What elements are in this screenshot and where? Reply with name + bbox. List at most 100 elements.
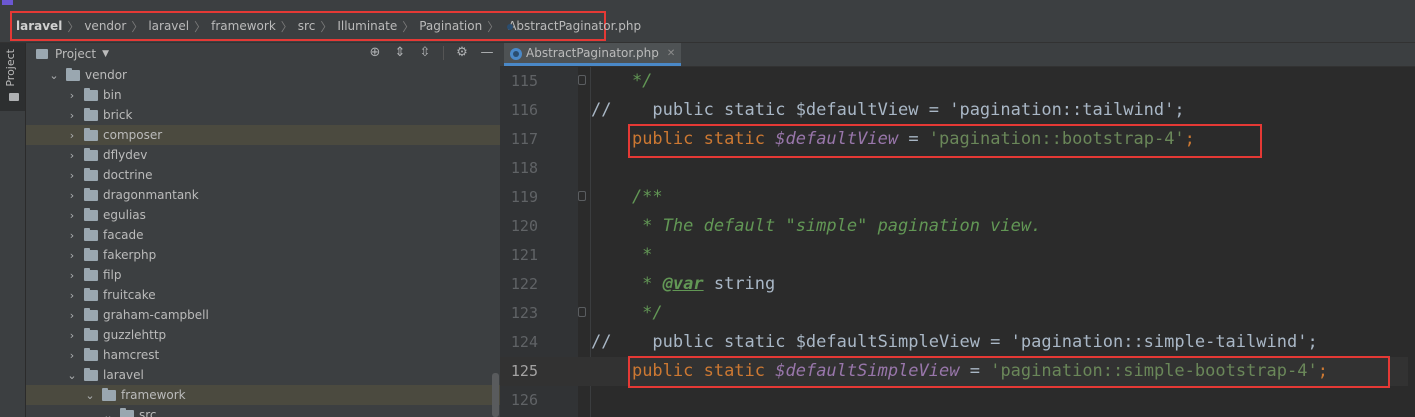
code-token: string (703, 274, 776, 294)
gear-icon[interactable]: ⚙ (455, 45, 469, 60)
chevron-right-icon[interactable]: › (66, 329, 78, 342)
chevron-right-icon[interactable]: › (66, 209, 78, 222)
tree-item[interactable]: › bin (26, 85, 500, 105)
chevron-right-icon[interactable]: › (66, 309, 78, 322)
fold-marker-icon[interactable] (578, 75, 586, 85)
breadcrumb-separator-icon: 〉 (487, 19, 500, 34)
folder-icon (84, 267, 98, 281)
code-token: */ (591, 71, 653, 91)
folder-icon (84, 147, 98, 161)
chevron-down-icon[interactable]: ⌄ (84, 389, 96, 402)
project-tool-tab[interactable]: Project (0, 43, 25, 111)
breadcrumb-item[interactable]: Illuminate (337, 19, 397, 33)
code-line: 120 * The default "simple" pagination vi… (500, 212, 1415, 241)
tree-item[interactable]: ⌄ src (26, 405, 500, 417)
tree-item-label: src (139, 408, 157, 417)
line-number: 124 (510, 333, 538, 351)
project-tree: ⌄ vendor › bin › brick › composer › dflydev › doctr… (26, 65, 500, 417)
tree-item[interactable]: › doctrine (26, 165, 500, 185)
tree-item[interactable]: › fruitcake (26, 285, 500, 305)
folder-icon (102, 387, 116, 401)
code-token: * (591, 274, 663, 294)
tree-item[interactable]: › brick (26, 105, 500, 125)
tree-item[interactable]: › fakerphp (26, 245, 500, 265)
tree-item[interactable]: › hamcrest (26, 345, 500, 365)
breadcrumb-item[interactable]: Pagination (419, 19, 482, 33)
chevron-right-icon[interactable]: › (66, 109, 78, 122)
breadcrumb-item[interactable]: AbstractPaginator.php (508, 19, 641, 33)
close-icon[interactable]: ✕ (667, 48, 675, 59)
code-token: // public static $defaultSimpleView = 'p… (591, 332, 1318, 352)
chevron-down-icon[interactable]: ⌄ (66, 369, 78, 382)
fold-marker-icon[interactable] (578, 191, 586, 201)
chevron-right-icon[interactable]: › (66, 349, 78, 362)
tree-item[interactable]: › composer (26, 125, 500, 145)
project-scrollbar[interactable] (492, 373, 499, 417)
chevron-right-icon[interactable]: › (66, 129, 78, 142)
chevron-down-icon[interactable]: ⌄ (102, 409, 114, 417)
tree-item-label: framework (121, 388, 186, 402)
chevron-down-icon[interactable]: ▼ (102, 49, 109, 59)
tree-item[interactable]: › guzzlehttp (26, 325, 500, 345)
tree-item[interactable]: › dflydev (26, 145, 500, 165)
folder-icon (84, 327, 98, 341)
chevron-down-icon[interactable]: ⌄ (48, 69, 60, 82)
tree-item-label: fruitcake (103, 288, 156, 302)
tree-item-label: dflydev (103, 148, 148, 162)
tree-item-label: hamcrest (103, 348, 160, 362)
tree-item[interactable]: › filp (26, 265, 500, 285)
folder-icon (84, 227, 98, 241)
tree-item-label: dragonmantank (103, 188, 199, 202)
breadcrumb-separator-icon: 〉 (131, 19, 144, 34)
breadcrumb-item[interactable]: vendor (84, 19, 126, 33)
expand-all-icon[interactable]: ⇕ (393, 45, 407, 60)
tree-item[interactable]: › egulias (26, 205, 500, 225)
tree-item-label: doctrine (103, 168, 153, 182)
folder-icon (84, 367, 98, 381)
breadcrumb-item[interactable]: laravel (148, 19, 189, 33)
chevron-right-icon[interactable]: › (66, 249, 78, 262)
folder-icon (84, 87, 98, 101)
breadcrumb-item[interactable]: framework (211, 19, 276, 33)
tree-item[interactable]: › graham-campbell (26, 305, 500, 325)
collapse-all-icon[interactable]: ⇳ (418, 45, 432, 60)
line-number: 118 (510, 159, 538, 177)
tree-item[interactable]: › dragonmantank (26, 185, 500, 205)
crosshair-icon[interactable]: ⊕ (368, 45, 382, 60)
line-number: 125 (510, 362, 538, 380)
tree-item[interactable]: ⌄ laravel (26, 365, 500, 385)
tree-item[interactable]: › facade (26, 225, 500, 245)
chevron-right-icon[interactable]: › (66, 269, 78, 282)
code-text: * (591, 245, 652, 265)
project-view-selector[interactable]: Project (55, 47, 96, 61)
fold-marker-icon[interactable] (578, 307, 586, 317)
breadcrumb-item[interactable]: src (298, 19, 316, 33)
tree-item-label: composer (103, 128, 163, 142)
tree-item[interactable]: ⌄ framework (26, 385, 500, 405)
chevron-right-icon[interactable]: › (66, 229, 78, 242)
editor-scrollbar[interactable] (1408, 67, 1415, 417)
tree-item[interactable]: ⌄ vendor (26, 65, 500, 85)
app-logo-icon (2, 0, 13, 5)
tree-item-label: facade (103, 228, 144, 242)
chevron-right-icon[interactable]: › (66, 189, 78, 202)
tree-item-label: graham-campbell (103, 308, 209, 322)
minimize-icon[interactable]: — (480, 45, 494, 60)
editor-tab-abstractpaginator[interactable]: AbstractPaginator.php ✕ (504, 43, 682, 66)
code-token: */ (591, 303, 663, 323)
breadcrumb-item[interactable]: laravel (16, 19, 62, 33)
chevron-right-icon[interactable]: › (66, 149, 78, 162)
chevron-right-icon[interactable]: › (66, 289, 78, 302)
editor-tab-bar: AbstractPaginator.php ✕ (500, 43, 1415, 67)
folder-icon (120, 407, 134, 417)
folder-icon (84, 107, 98, 121)
breadcrumb-separator-icon: 〉 (402, 19, 415, 34)
breadcrumb: laravel 〉 vendor 〉 laravel 〉 framework 〉 src 〉 Ill… (10, 11, 641, 41)
chevron-right-icon[interactable]: › (66, 89, 78, 102)
tree-item-label: egulias (103, 208, 146, 222)
php-class-icon (510, 48, 522, 60)
line-number: 122 (510, 275, 538, 293)
chevron-right-icon[interactable]: › (66, 169, 78, 182)
